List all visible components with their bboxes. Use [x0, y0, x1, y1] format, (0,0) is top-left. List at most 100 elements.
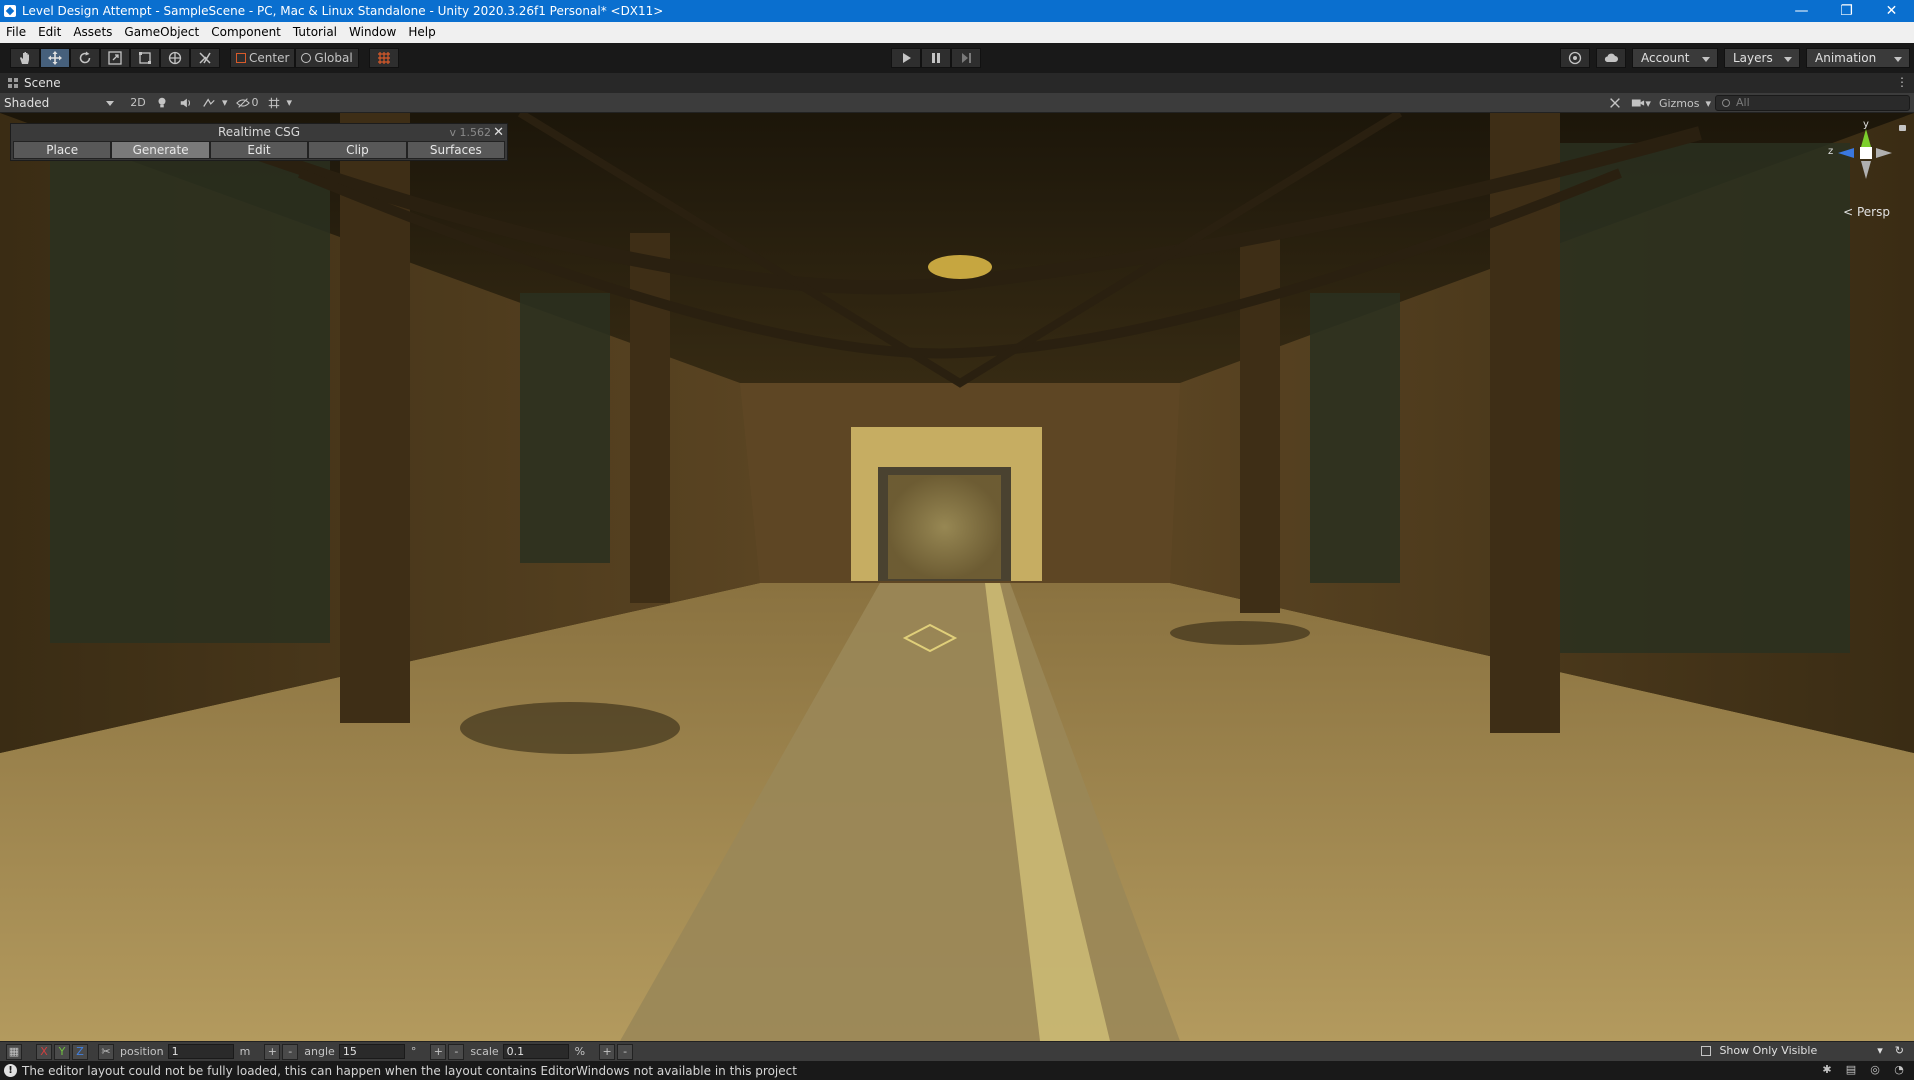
tools-icon	[1610, 98, 1621, 108]
perspective-toggle[interactable]: < Persp	[1843, 205, 1890, 219]
angle-input[interactable]: 15	[338, 1044, 405, 1059]
csg-close-icon[interactable]: ✕	[493, 124, 504, 141]
camera-settings-button[interactable]: ▾	[1627, 94, 1655, 112]
pivot-rotation-button[interactable]: Global	[295, 48, 359, 68]
menu-assets[interactable]: Assets	[67, 22, 118, 43]
transform-tool-button[interactable]	[160, 48, 190, 68]
position-decrease-button[interactable]: -	[282, 1043, 299, 1060]
gizmo-y-label: y	[1863, 119, 1869, 130]
scale-label: scale	[470, 1045, 499, 1058]
csg-tab-surfaces[interactable]: Surfaces	[406, 141, 506, 159]
scene-tab[interactable]: Scene	[0, 76, 61, 90]
refresh-icon[interactable]: ↻	[1895, 1044, 1904, 1057]
hand-tool-button[interactable]	[10, 48, 40, 68]
lightbulb-icon	[158, 97, 166, 107]
angle-label: angle	[304, 1045, 335, 1058]
grid-toggle[interactable]: ▾	[263, 94, 297, 112]
scene-search-input[interactable]: All	[1715, 95, 1910, 111]
gizmos-dropdown-arrow-icon: ▾	[1705, 96, 1711, 110]
progress-icon[interactable]: ▤	[1844, 1063, 1858, 1077]
collab-button[interactable]	[1560, 48, 1590, 68]
scene-viewport[interactable]: Realtime CSG v 1.562 ✕ Place Generate Ed…	[0, 113, 1914, 1041]
layout-dropdown[interactable]: Animation	[1806, 48, 1910, 68]
angle-decrease-button[interactable]: -	[448, 1043, 465, 1060]
menu-gameobject[interactable]: GameObject	[118, 22, 205, 43]
csg-tab-place[interactable]: Place	[13, 141, 112, 159]
csg-tab-generate[interactable]: Generate	[111, 141, 210, 159]
pivot-mode-button[interactable]: Center	[230, 48, 296, 68]
camera-dropdown-arrow-icon: ▾	[1645, 96, 1651, 110]
effects-toggle[interactable]: ▾	[198, 94, 232, 112]
csg-title-bar: Realtime CSG v 1.562 ✕	[11, 124, 507, 141]
transform-icon	[168, 51, 182, 65]
grid-icon	[268, 97, 279, 108]
lock-icon[interactable]	[1899, 125, 1906, 131]
layers-dropdown[interactable]: Layers	[1724, 48, 1800, 68]
step-button[interactable]	[951, 48, 981, 68]
play-button[interactable]	[891, 48, 921, 68]
account-dropdown[interactable]: Account	[1632, 48, 1718, 68]
pause-button[interactable]	[921, 48, 951, 68]
rect-tool-button[interactable]	[130, 48, 160, 68]
position-label: position	[120, 1045, 164, 1058]
scene-tab-label: Scene	[24, 76, 61, 90]
restore-button[interactable]: ❐	[1824, 0, 1869, 22]
scale-increase-button[interactable]: +	[599, 1043, 616, 1060]
pivot-mode-label: Center	[249, 51, 290, 65]
position-unit: m	[239, 1045, 251, 1058]
shading-mode-dropdown[interactable]: Shaded	[0, 93, 118, 112]
grid-settings-icon[interactable]: ▦	[6, 1043, 22, 1060]
tools-toggle[interactable]	[1603, 94, 1627, 112]
scale-decrease-button[interactable]: -	[617, 1043, 634, 1060]
custom-tool-button[interactable]	[190, 48, 220, 68]
status-message[interactable]: The editor layout could not be fully loa…	[22, 1064, 797, 1078]
scale-unit: %	[574, 1045, 586, 1058]
menu-edit[interactable]: Edit	[32, 22, 67, 43]
transform-tools	[10, 48, 220, 68]
menu-file[interactable]: File	[0, 22, 32, 43]
grid-snap-button[interactable]	[368, 48, 399, 68]
menu-tutorial[interactable]: Tutorial	[287, 22, 343, 43]
minimize-button[interactable]: —	[1779, 0, 1824, 22]
gizmos-dropdown[interactable]: Gizmos ▾	[1655, 94, 1715, 112]
auto-generate-lighting-icon[interactable]: ◎	[1868, 1063, 1882, 1077]
cloud-button[interactable]	[1596, 48, 1626, 68]
scale-icon	[108, 51, 122, 65]
scale-tool-button[interactable]	[100, 48, 130, 68]
tab-menu-icon[interactable]: ⋮	[1896, 75, 1908, 89]
axis-y-toggle[interactable]: Y	[54, 1043, 70, 1060]
menu-help[interactable]: Help	[402, 22, 441, 43]
csg-title: Realtime CSG	[217, 125, 301, 139]
grid-dropdown-arrow-icon: ▾	[286, 96, 293, 109]
audio-toggle[interactable]	[174, 94, 198, 112]
snap-tool-icon[interactable]: ✂	[98, 1043, 114, 1060]
rotate-icon	[79, 51, 91, 64]
effects-dropdown-arrow-icon: ▾	[222, 96, 228, 109]
position-increase-button[interactable]: +	[264, 1043, 281, 1060]
close-window-button[interactable]: ✕	[1869, 0, 1914, 22]
csg-tab-clip[interactable]: Clip	[308, 141, 407, 159]
lighting-toggle[interactable]	[150, 94, 174, 112]
show-only-visible-dropdown[interactable]: Show Only Visible ▾ ↻	[1701, 1044, 1904, 1057]
hidden-objects-toggle[interactable]: 0	[232, 94, 263, 112]
rotate-tool-button[interactable]	[70, 48, 100, 68]
menu-window[interactable]: Window	[343, 22, 402, 43]
toggle-2d-button[interactable]: 2D	[126, 94, 150, 112]
csg-mode-tabs: Place Generate Edit Clip Surfaces	[13, 141, 506, 159]
bug-icon[interactable]: ✱	[1820, 1063, 1834, 1077]
axis-z-toggle[interactable]: Z	[72, 1043, 88, 1060]
angle-increase-button[interactable]: +	[430, 1043, 447, 1060]
menu-component[interactable]: Component	[205, 22, 287, 43]
position-input[interactable]: 1	[167, 1044, 234, 1059]
csg-version: v 1.562	[449, 126, 492, 139]
move-tool-button[interactable]	[40, 48, 70, 68]
scale-input[interactable]: 0.1	[502, 1044, 569, 1059]
gizmos-label: Gizmos	[1658, 96, 1700, 110]
visibility-icon	[1701, 1045, 1712, 1056]
axis-x-toggle[interactable]: X	[36, 1043, 52, 1060]
csg-tab-edit[interactable]: Edit	[209, 141, 309, 159]
angle-unit: °	[410, 1045, 417, 1058]
scene-tab-bar: Scene ⋮	[0, 73, 1914, 93]
cloud-icon	[1604, 53, 1618, 62]
cache-icon[interactable]: ◔	[1892, 1063, 1906, 1077]
